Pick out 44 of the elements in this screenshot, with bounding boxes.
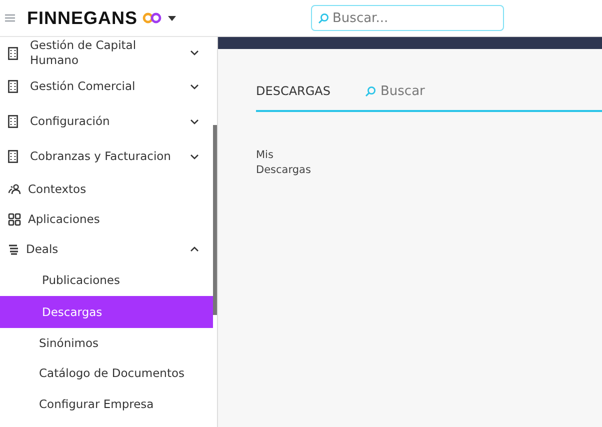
menu-icon[interactable]: [5, 14, 15, 22]
item-label: Deals: [26, 242, 60, 256]
building-icon: [8, 46, 18, 60]
chevron-icon[interactable]: [190, 50, 199, 56]
sidebar-subitem[interactable]: Descargas: [0, 296, 213, 328]
building-icon: [8, 115, 18, 128]
chevron-icon[interactable]: [190, 84, 199, 90]
grid-icon: [8, 212, 21, 226]
chevron-icon[interactable]: [190, 118, 199, 124]
item-label: Cobranzas y Facturacion: [30, 149, 172, 164]
item-label: Configurar Empresa: [39, 396, 155, 412]
search-icon: [364, 86, 376, 96]
people-icon: [8, 184, 21, 194]
item-label: Configuración: [30, 114, 111, 129]
sidebar-item[interactable]: Contextos: [0, 174, 217, 204]
item-label: Gestión de Capital Humano: [30, 38, 138, 68]
sidebar-item[interactable]: Configuración: [0, 104, 217, 139]
downloads-item[interactable]: Mis Descargas: [256, 148, 316, 178]
chevron-icon[interactable]: [190, 246, 199, 252]
sidebar-item[interactable]: Gestión de Capital Humano: [0, 37, 217, 69]
sidebar-item[interactable]: Aplicaciones: [0, 204, 217, 234]
page-title: DESCARGAS: [256, 84, 330, 98]
sidebar-item[interactable]: Gestión Comercial: [0, 69, 217, 104]
item-label: Sinónimos: [39, 336, 100, 351]
sidebar-item[interactable]: Catálogo de Documentos: [0, 358, 217, 389]
sidebar-item[interactable]: Configurar Empresa: [0, 389, 217, 420]
logo-text: FINNEGANS: [27, 8, 138, 28]
stack-icon: [8, 244, 19, 254]
item-label: Catálogo de Documentos: [39, 366, 186, 382]
caret-icon[interactable]: [168, 16, 176, 20]
sidebar-item[interactable]: Deals: [0, 234, 217, 264]
building-icon: [8, 150, 18, 163]
search-field[interactable]: Buscar: [380, 84, 530, 98]
search-field[interactable]: Buscar...: [310, 5, 504, 31]
item-label: Contextos: [28, 182, 88, 196]
sidebar-subitem[interactable]: Publicaciones: [0, 264, 213, 296]
item-label: Aplicaciones: [28, 212, 101, 226]
sidebar-item[interactable]: Sinónimos: [0, 328, 217, 358]
infinity-icon: [142, 12, 162, 24]
building-icon: [8, 80, 18, 93]
scrollbar[interactable]: [213, 125, 217, 315]
sidebar-item[interactable]: Cobranzas y Facturacion: [0, 139, 217, 174]
item-label: Gestión Comercial: [30, 79, 136, 94]
chevron-icon[interactable]: [190, 154, 199, 160]
